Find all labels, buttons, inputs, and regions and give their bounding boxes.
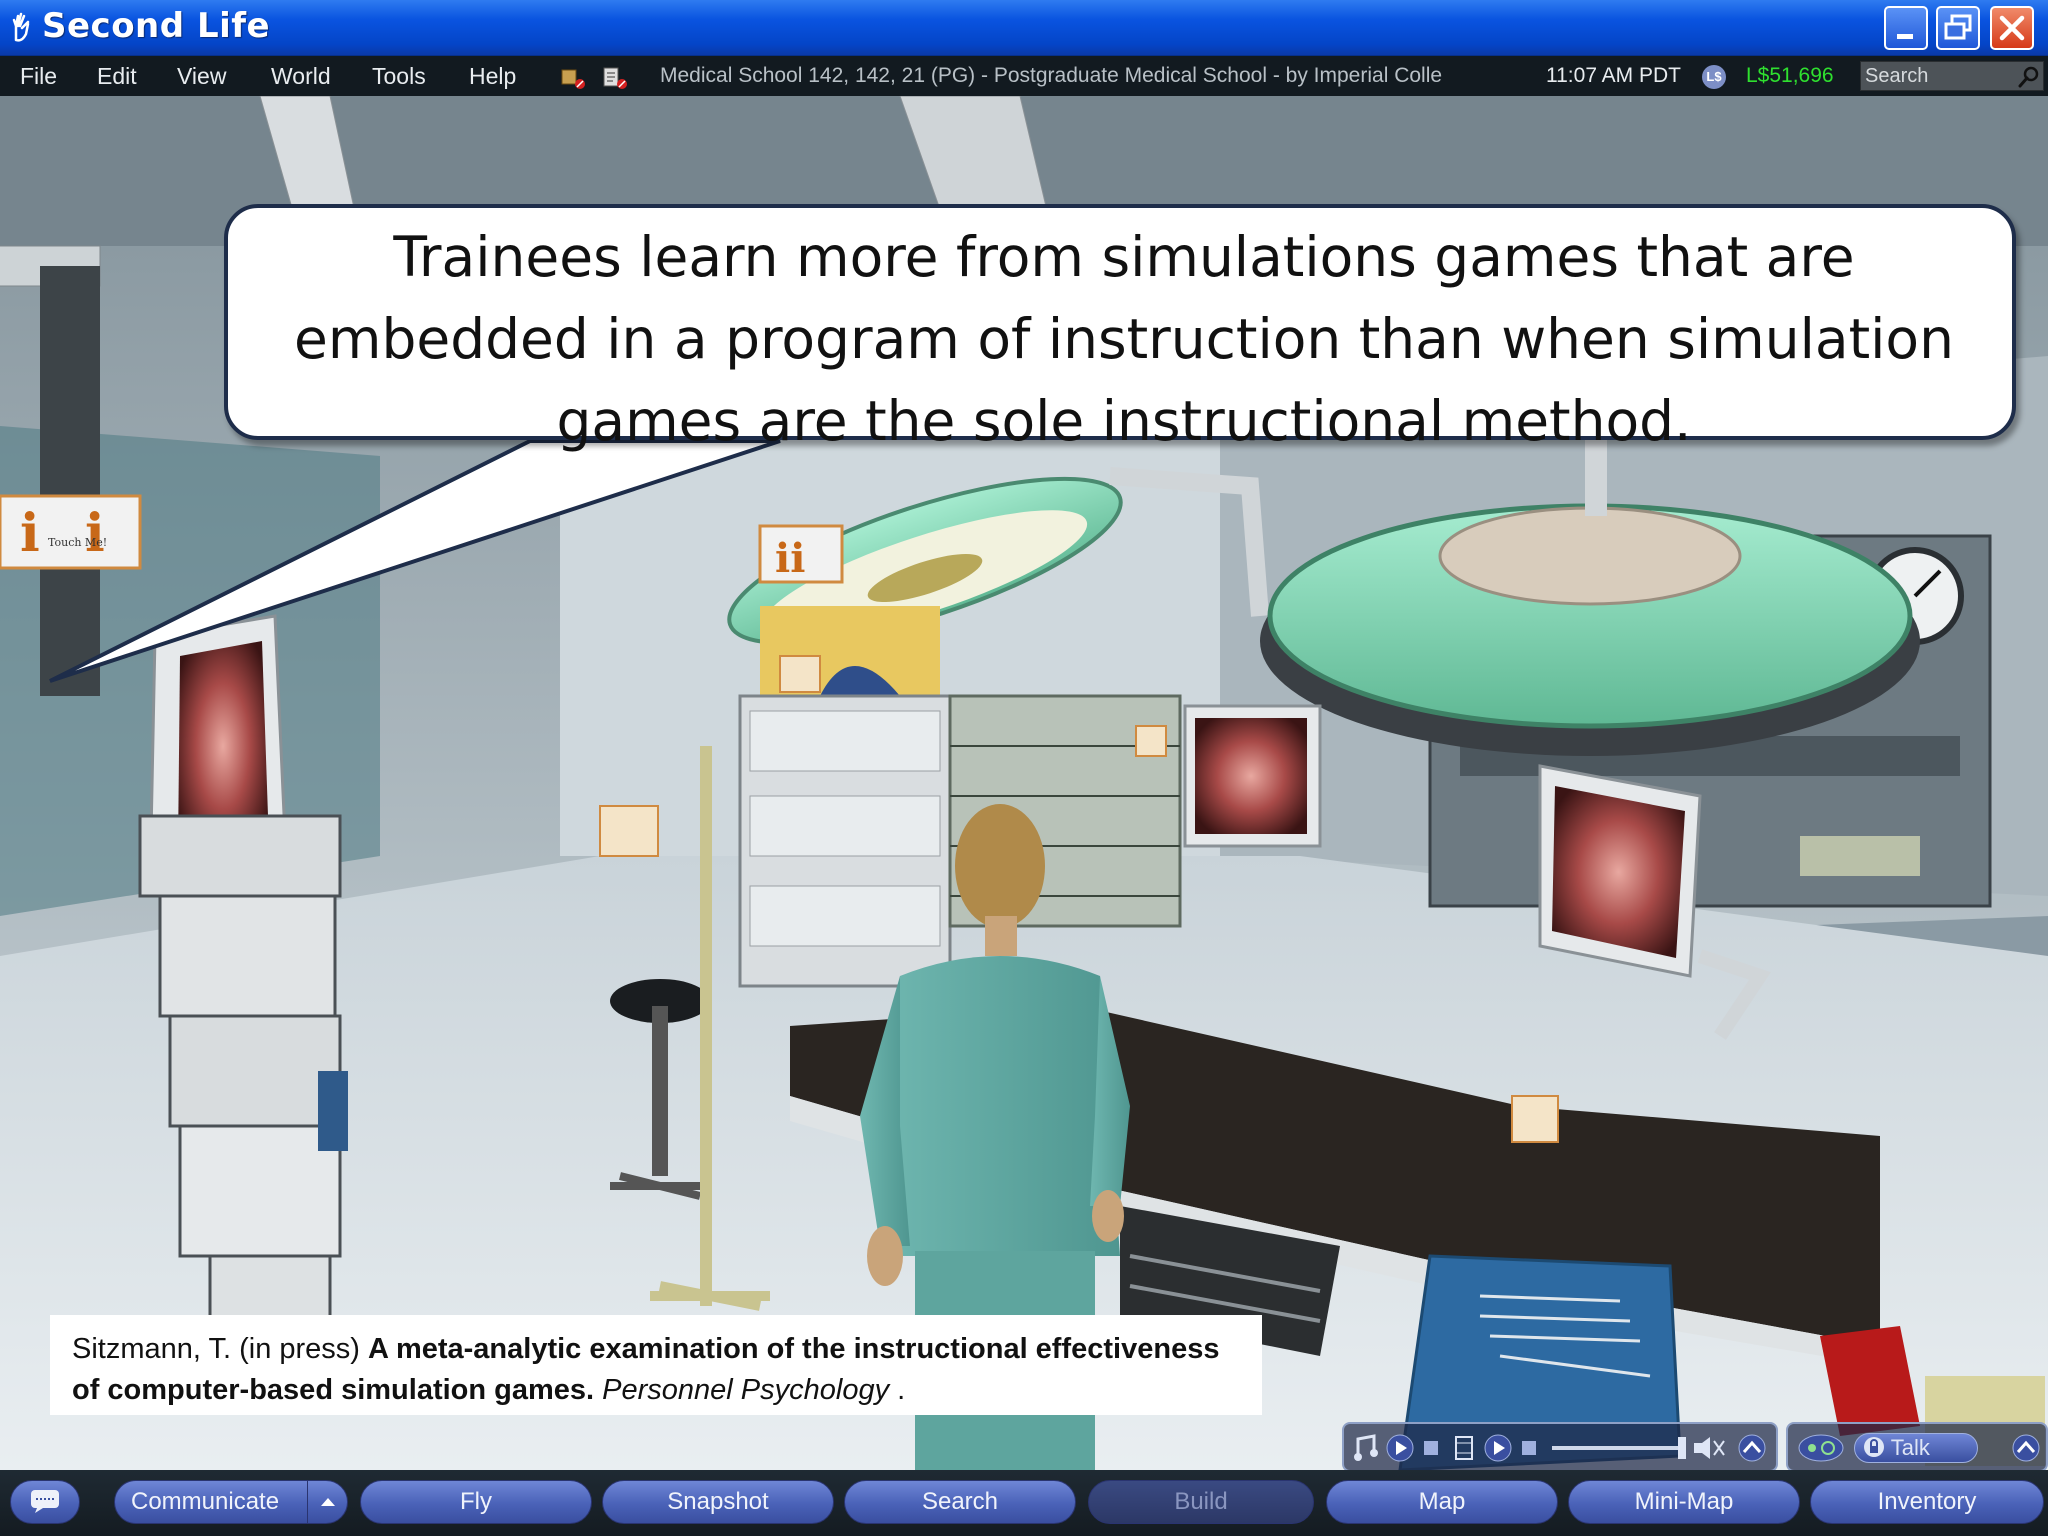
expand-up-icon xyxy=(1738,1434,1766,1462)
parcel-status-icons xyxy=(561,67,627,89)
media-controls xyxy=(1342,1422,1778,1472)
citation-journal: Personnel Psychology xyxy=(594,1374,890,1406)
talk-label: Talk xyxy=(1890,1435,1930,1460)
left-pillar xyxy=(40,266,100,696)
restore-icon xyxy=(1944,14,1972,40)
menu-tools[interactable]: Tools xyxy=(372,63,426,90)
minimap-button[interactable]: Mini-Map xyxy=(1568,1480,1800,1524)
search-button[interactable]: Search xyxy=(844,1480,1076,1524)
bottom-toolbar: Communicate Fly Snapshot Search Build Ma… xyxy=(0,1470,2048,1536)
media-stop-button xyxy=(1522,1441,1536,1455)
info-sign-left: i i Touch Me! xyxy=(0,494,142,570)
map-button[interactable]: Map xyxy=(1326,1480,1558,1524)
citation-trailing: . xyxy=(889,1374,906,1406)
linden-dollar-icon: L$ xyxy=(1702,65,1726,89)
no-scripts-icon xyxy=(603,67,627,89)
music-play-button xyxy=(1386,1434,1414,1462)
lock-icon xyxy=(1864,1437,1884,1457)
info-cube xyxy=(779,655,821,693)
svg-text:i: i xyxy=(85,503,105,564)
menu-file[interactable]: File xyxy=(20,63,57,90)
search-icon[interactable] xyxy=(2018,66,2040,88)
svg-text:i: i xyxy=(20,503,40,564)
caret-up-icon xyxy=(321,1498,335,1506)
close-button[interactable] xyxy=(1990,6,2034,50)
info-sign-label: Touch Me! xyxy=(48,536,107,549)
media-icon xyxy=(1455,1436,1473,1460)
info-cube xyxy=(1135,725,1167,757)
communicate-button[interactable]: Communicate xyxy=(114,1480,348,1524)
mute-icon xyxy=(1694,1437,1725,1459)
search-box xyxy=(1860,61,2044,91)
menu-world[interactable]: World xyxy=(271,63,331,90)
close-icon xyxy=(1999,15,2025,41)
chat-bar-button[interactable] xyxy=(10,1480,80,1524)
fly-button[interactable]: Fly xyxy=(360,1480,592,1524)
voice-chat-icon[interactable] xyxy=(1796,1433,1846,1463)
volume-slider xyxy=(1552,1437,1686,1459)
info-cube xyxy=(599,805,659,857)
restore-button[interactable] xyxy=(1936,6,1980,50)
menu-bar: File Edit View World Tools Help Medical … xyxy=(0,56,2048,96)
monitor-center xyxy=(1183,704,1322,848)
clock-label: 11:07 AM PDT xyxy=(1546,64,1682,87)
info-cube xyxy=(1511,1095,1559,1143)
voice-controls: Talk xyxy=(1786,1422,2048,1472)
minimize-icon xyxy=(1897,34,1913,39)
title-bar: Second Life xyxy=(0,0,2048,56)
citation-author: Sitzmann, T. (in press) xyxy=(72,1333,369,1365)
bubble-text: Trainees learn more from simulations gam… xyxy=(294,225,1954,453)
menu-help[interactable]: Help xyxy=(469,63,516,90)
snapshot-button[interactable]: Snapshot xyxy=(602,1480,834,1524)
second-life-hand-icon xyxy=(12,12,30,42)
chat-bubble-icon xyxy=(31,1490,59,1513)
communicate-menu-arrow[interactable] xyxy=(307,1481,347,1523)
balance-label[interactable]: L$51,696 xyxy=(1746,64,1834,88)
voice-expand-icon[interactable] xyxy=(2010,1433,2042,1463)
build-button[interactable]: Build xyxy=(1088,1480,1314,1524)
inventory-button[interactable]: Inventory xyxy=(1810,1480,2044,1524)
talk-button[interactable]: Talk xyxy=(1854,1433,1978,1463)
search-input[interactable] xyxy=(1865,64,2015,88)
music-stop-button xyxy=(1424,1441,1438,1455)
media-play-button xyxy=(1484,1434,1512,1462)
citation-box: Sitzmann, T. (in press) A meta-analytic … xyxy=(50,1315,1262,1415)
window-title: Second Life xyxy=(42,6,271,46)
menu-view[interactable]: View xyxy=(177,63,226,90)
svg-text:ii: ii xyxy=(775,535,805,582)
minimize-button[interactable] xyxy=(1884,6,1928,50)
menu-edit[interactable]: Edit xyxy=(97,63,137,90)
location-label[interactable]: Medical School 142, 142, 21 (PG) - Postg… xyxy=(660,64,1442,88)
media-control-strip xyxy=(1354,1434,1766,1462)
no-build-icon xyxy=(561,69,585,89)
music-icon xyxy=(1354,1434,1378,1461)
speech-bubble: Trainees learn more from simulations gam… xyxy=(224,204,2016,453)
communicate-label: Communicate xyxy=(131,1488,280,1515)
